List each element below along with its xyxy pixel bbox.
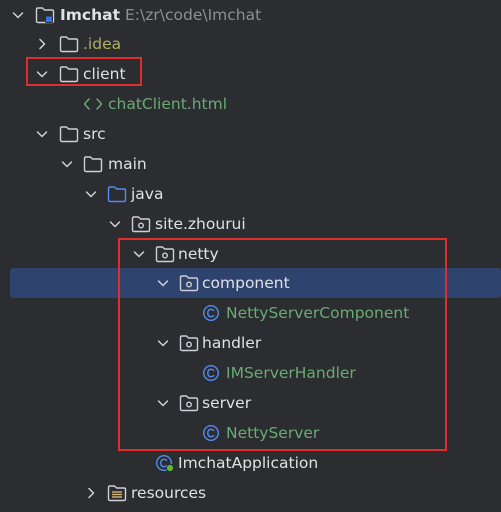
chevron-down-icon[interactable] [155, 328, 171, 358]
tree-label-main: main [108, 155, 147, 173]
package-icon [179, 268, 199, 298]
tree-row-im-server-handler[interactable]: IMServerHandler [0, 358, 501, 388]
tree-label-imchat-application: ImchatApplication [178, 454, 319, 472]
tree-label-netty-server-component: NettyServerComponent [226, 304, 410, 322]
tree-row-src[interactable]: src [0, 119, 501, 149]
package-icon [131, 209, 151, 239]
tree-label-client: client [83, 65, 126, 83]
tree-row-project-root[interactable]: Imchat E:\zr\code\Imchat [0, 0, 501, 30]
class-icon [202, 358, 222, 388]
chevron-down-icon[interactable] [34, 59, 50, 89]
package-icon [155, 239, 175, 269]
tree-label-netty-server: NettyServer [226, 424, 320, 442]
tree-label-server: server [202, 394, 252, 412]
project-tree: Imchat E:\zr\code\Imchat .idea client ch… [0, 0, 501, 512]
project-path: E:\zr\code\Imchat [125, 6, 262, 24]
tree-row-resources[interactable]: resources [0, 478, 501, 508]
chevron-down-icon[interactable] [155, 268, 171, 298]
chevron-right-icon[interactable] [34, 29, 50, 59]
chevron-down-icon[interactable] [131, 239, 147, 269]
tree-row-main[interactable]: main [0, 149, 501, 179]
tree-label-package: site.zhourui [155, 215, 246, 233]
chevron-down-icon[interactable] [155, 388, 171, 418]
tree-row-netty-server[interactable]: NettyServer [0, 418, 501, 448]
tree-label-chat-client-html: chatClient.html [108, 95, 228, 113]
folder-icon [83, 149, 103, 179]
tree-label-handler: handler [202, 334, 262, 352]
tree-row-idea[interactable]: .idea [0, 29, 501, 59]
project-name: Imchat [60, 6, 121, 24]
tree-row-chat-client-html[interactable]: chatClient.html [0, 89, 501, 119]
tree-row-netty-server-component[interactable]: NettyServerComponent [0, 298, 501, 328]
tree-label-resources: resources [131, 484, 207, 502]
class-icon [202, 418, 222, 448]
tree-row-component[interactable]: component [10, 268, 501, 298]
tree-row-java[interactable]: java [0, 179, 501, 209]
html-file-icon [83, 89, 103, 119]
chevron-down-icon[interactable] [10, 0, 26, 30]
tree-label-java: java [131, 185, 164, 203]
tree-row-package-root[interactable]: site.zhourui [0, 209, 501, 239]
package-icon [179, 328, 199, 358]
folder-icon [59, 29, 79, 59]
package-icon [179, 388, 199, 418]
chevron-down-icon[interactable] [107, 209, 123, 239]
chevron-down-icon[interactable] [83, 179, 99, 209]
source-root-icon [107, 179, 127, 209]
chevron-down-icon[interactable] [34, 119, 50, 149]
chevron-right-icon[interactable] [83, 478, 99, 508]
resources-root-icon [107, 478, 127, 508]
tree-label-im-server-handler: IMServerHandler [226, 364, 356, 382]
tree-label-idea: .idea [83, 35, 122, 53]
spring-class-icon [155, 448, 175, 478]
tree-row-server[interactable]: server [0, 388, 501, 418]
class-icon [202, 298, 222, 328]
tree-label-netty: netty [178, 245, 219, 263]
tree-row-netty[interactable]: netty [0, 239, 501, 269]
tree-label-component: component [202, 274, 290, 292]
tree-label-src: src [83, 125, 106, 143]
chevron-down-icon[interactable] [59, 149, 75, 179]
module-folder-icon [35, 0, 55, 30]
folder-icon [59, 59, 79, 89]
tree-row-imchat-application[interactable]: ImchatApplication [0, 448, 501, 478]
tree-row-handler[interactable]: handler [0, 328, 501, 358]
folder-icon [59, 119, 79, 149]
tree-row-client[interactable]: client [0, 59, 501, 89]
